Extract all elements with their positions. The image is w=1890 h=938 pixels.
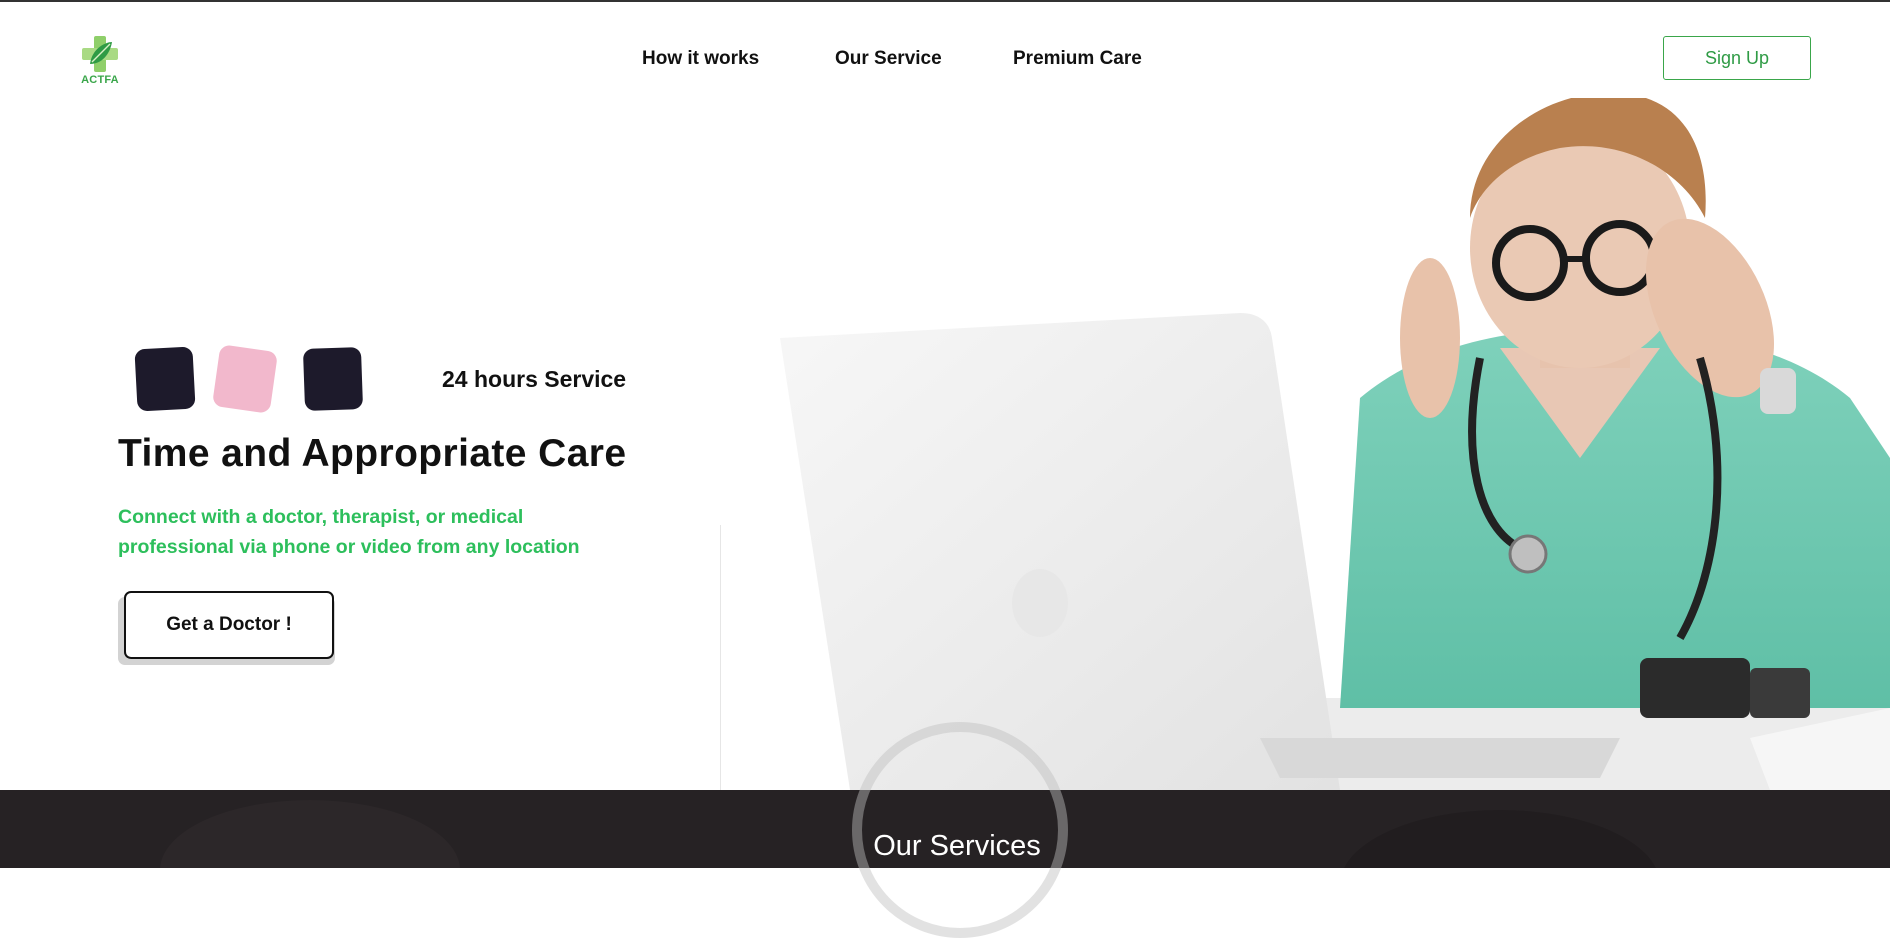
services-title: Our Services [873,830,1041,862]
hero-doctor-photo [720,98,1890,790]
cta-container: Get a Doctor ! [118,591,336,665]
divider-line [720,525,721,790]
get-a-doctor-button[interactable]: Get a Doctor ! [124,591,334,659]
hero-title: Time and Appropriate Care [118,432,627,475]
nav-premium-care[interactable]: Premium Care [1013,48,1142,70]
dark-square-shape [134,346,196,412]
hero-subtitle: Connect with a doctor, therapist, or med… [118,506,580,558]
brand-logo[interactable]: ACTFA [76,34,124,90]
pink-square-shape [211,344,279,414]
nav-how-it-works[interactable]: How it works [642,48,759,70]
medical-cross-leaf-icon [82,36,118,72]
sign-up-button[interactable]: Sign Up [1663,36,1811,80]
service-label: 24 hours Service [442,366,627,392]
doctor-laptop-illustration [780,98,1890,790]
dark-square-shape [302,347,364,411]
nav-our-service[interactable]: Our Service [835,48,942,70]
logo-text: ACTFA [81,74,119,86]
site-header: ACTFA How it works Our Service Premium C… [0,2,1890,98]
